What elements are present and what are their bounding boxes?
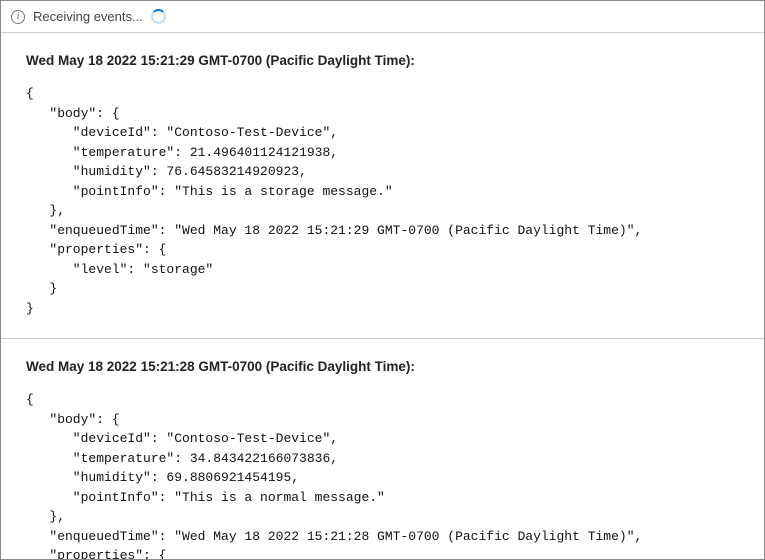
spinner-icon (151, 9, 166, 24)
event-json-body: { "body": { "deviceId": "Contoso-Test-De… (26, 84, 739, 318)
event-item: Wed May 18 2022 15:21:29 GMT-0700 (Pacif… (1, 33, 764, 339)
event-timestamp-header: Wed May 18 2022 15:21:28 GMT-0700 (Pacif… (26, 359, 739, 374)
info-icon: i (11, 10, 25, 24)
event-json-body: { "body": { "deviceId": "Contoso-Test-De… (26, 390, 739, 559)
event-item: Wed May 18 2022 15:21:28 GMT-0700 (Pacif… (1, 339, 764, 559)
event-list[interactable]: Wed May 18 2022 15:21:29 GMT-0700 (Pacif… (1, 33, 764, 559)
event-timestamp-header: Wed May 18 2022 15:21:29 GMT-0700 (Pacif… (26, 53, 739, 68)
status-bar: i Receiving events... (1, 1, 764, 33)
status-text: Receiving events... (33, 9, 143, 24)
